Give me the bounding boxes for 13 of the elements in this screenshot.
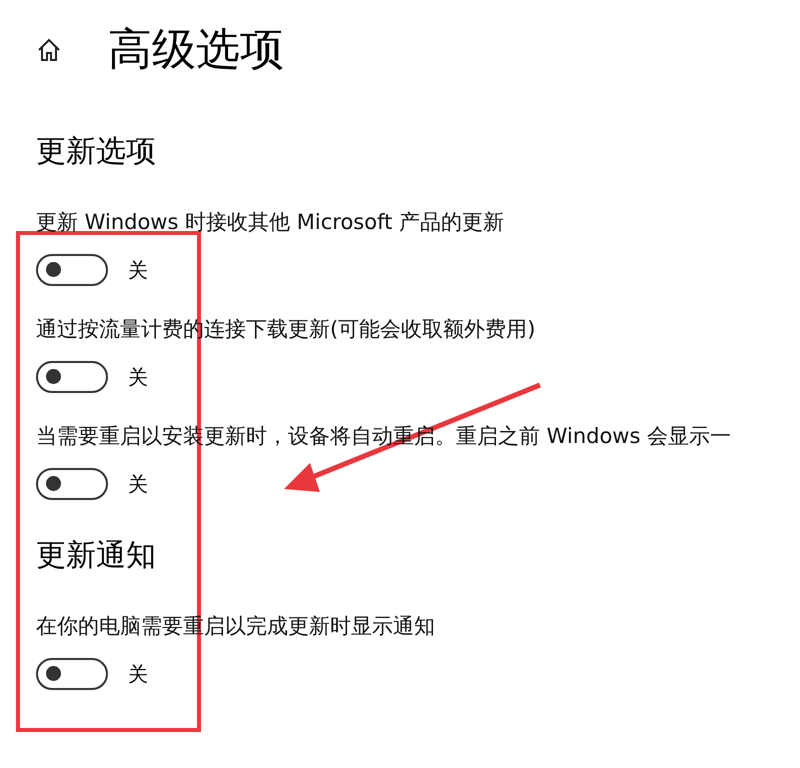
toggle-switch[interactable] bbox=[36, 468, 108, 500]
section-heading: 更新选项 bbox=[36, 133, 157, 171]
toggle-switch[interactable] bbox=[36, 658, 108, 690]
toggle-state-text: 关 bbox=[128, 470, 148, 498]
setting-label: 更新 Windows 时接收其他 Microsoft 产品的更新 bbox=[36, 209, 504, 236]
page-title: 高级选项 bbox=[108, 23, 284, 77]
section-heading: 更新通知 bbox=[36, 537, 157, 575]
toggle-state-text: 关 bbox=[128, 256, 148, 284]
toggle-switch[interactable] bbox=[36, 361, 108, 393]
toggle-state-text: 关 bbox=[128, 364, 148, 390]
home-icon[interactable] bbox=[36, 37, 62, 63]
toggle-switch[interactable] bbox=[36, 254, 108, 286]
toggle-state-text: 关 bbox=[128, 660, 148, 688]
